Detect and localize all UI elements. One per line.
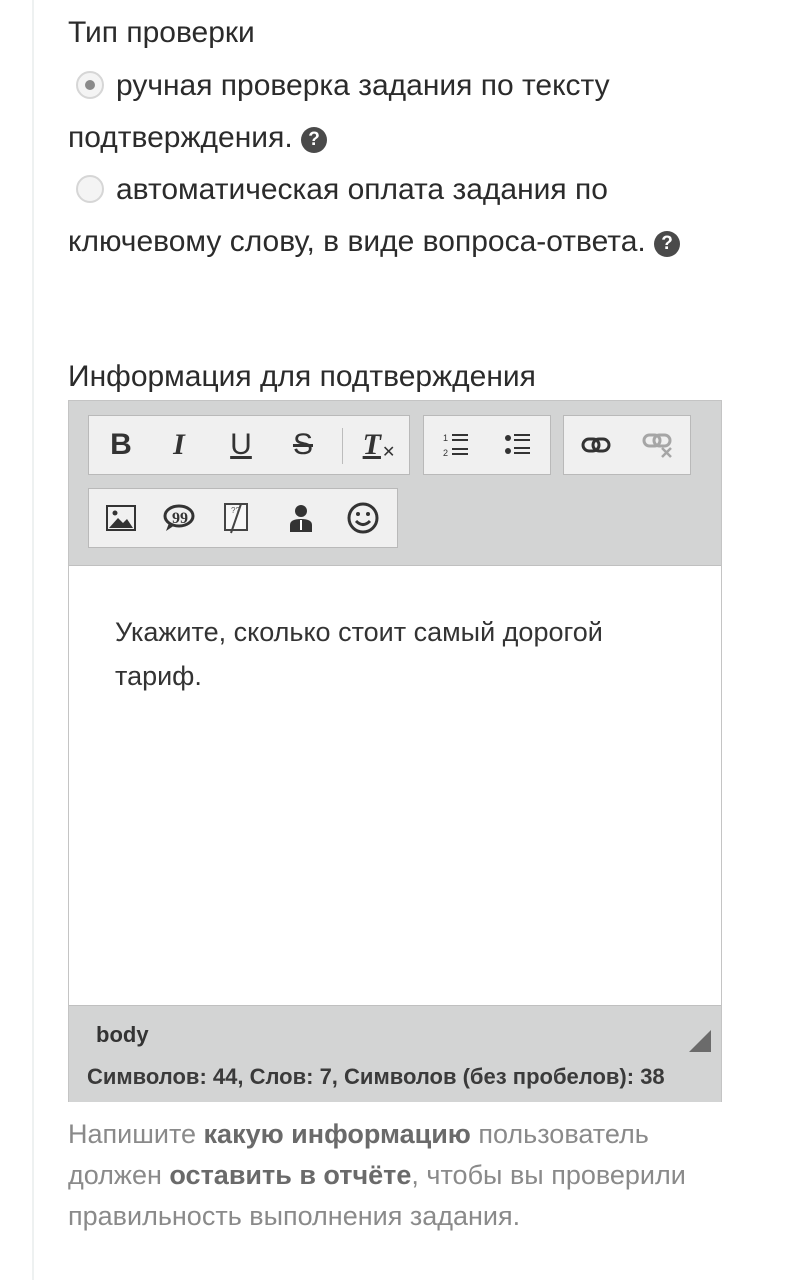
radio-auto[interactable] — [76, 175, 104, 203]
bold-button[interactable]: B — [93, 416, 149, 474]
underline-icon: U — [230, 428, 252, 461]
numbered-list-icon: 1 2 — [443, 433, 468, 458]
blockquote-button[interactable]: 99 — [151, 489, 207, 547]
image-button[interactable] — [93, 489, 149, 547]
toolbar-group-format: B I U S T ✕ — [88, 415, 410, 475]
check-type-label: Тип проверки — [68, 16, 255, 49]
numbered-list-button[interactable]: 1 2 — [428, 416, 484, 474]
radio-option-auto[interactable]: автоматическая оплата задания по ключево… — [68, 164, 749, 268]
svg-text:2: 2 — [443, 448, 448, 458]
radio-option-manual[interactable]: ручная проверка задания по тексту подтве… — [68, 60, 749, 164]
element-path[interactable]: body — [96, 1022, 149, 1048]
radio-manual-label: ручная проверка задания по тексту подтве… — [68, 69, 610, 154]
svg-text:99: 99 — [172, 510, 188, 527]
user-button[interactable] — [273, 489, 329, 547]
underline-button[interactable]: U — [213, 416, 269, 474]
svg-text:1: 1 — [443, 433, 448, 443]
confirmation-hint: Напишите какую информацию пользователь д… — [68, 1119, 686, 1231]
image-icon — [106, 505, 136, 531]
bulleted-list-icon — [505, 434, 530, 454]
toolbar-group-lists: 1 2 — [423, 415, 551, 475]
resize-handle[interactable] — [689, 1030, 711, 1052]
bulleted-list-button[interactable] — [490, 416, 546, 474]
italic-icon: I — [173, 428, 185, 461]
editor-text[interactable]: Укажите, сколько стоит самый дорогой тар… — [115, 610, 675, 698]
editor-status-bar: body Символов: 44, Слов: 7, Символов (бе… — [69, 1005, 721, 1102]
editor-content-area[interactable]: Укажите, сколько стоит самый дорогой тар… — [69, 566, 721, 1004]
italic-button[interactable]: I — [151, 416, 207, 474]
toolbar-separator — [342, 428, 343, 464]
spoiler-icon: ?? — [224, 503, 248, 534]
strikethrough-button[interactable]: S — [275, 416, 331, 474]
unlink-icon — [642, 433, 672, 458]
link-icon — [581, 437, 611, 453]
link-button[interactable] — [568, 416, 624, 474]
radio-auto-label: автоматическая оплата задания по ключево… — [68, 173, 646, 258]
unlink-button[interactable] — [630, 416, 686, 474]
confirmation-label: Информация для подтверждения — [68, 360, 536, 393]
smiley-button[interactable] — [335, 489, 391, 547]
smiley-icon — [347, 502, 379, 534]
remove-format-button[interactable]: T ✕ — [351, 416, 407, 474]
character-count: Символов: 44, Слов: 7, Символов (без про… — [87, 1064, 665, 1089]
toolbar-group-insert: 99 ?? — [88, 488, 398, 548]
left-border — [32, 0, 34, 1280]
toolbar-group-links — [563, 415, 691, 475]
user-icon — [290, 505, 312, 532]
svg-text:??: ?? — [231, 506, 240, 515]
rich-text-editor: B I U S T ✕ 1 2 99 ?? Укажите, сколько с… — [68, 400, 722, 1102]
blockquote-icon: 99 — [163, 504, 195, 531]
editor-toolbar: B I U S T ✕ 1 2 99 ?? — [69, 401, 721, 566]
spoiler-button[interactable]: ?? — [209, 489, 265, 547]
strikethrough-icon: S — [292, 428, 313, 461]
bold-icon: B — [110, 428, 132, 461]
radio-manual[interactable] — [76, 71, 104, 99]
help-icon-manual[interactable]: ? — [301, 127, 327, 153]
help-icon-auto[interactable]: ? — [654, 231, 681, 257]
remove-format-icon: T — [362, 428, 381, 461]
